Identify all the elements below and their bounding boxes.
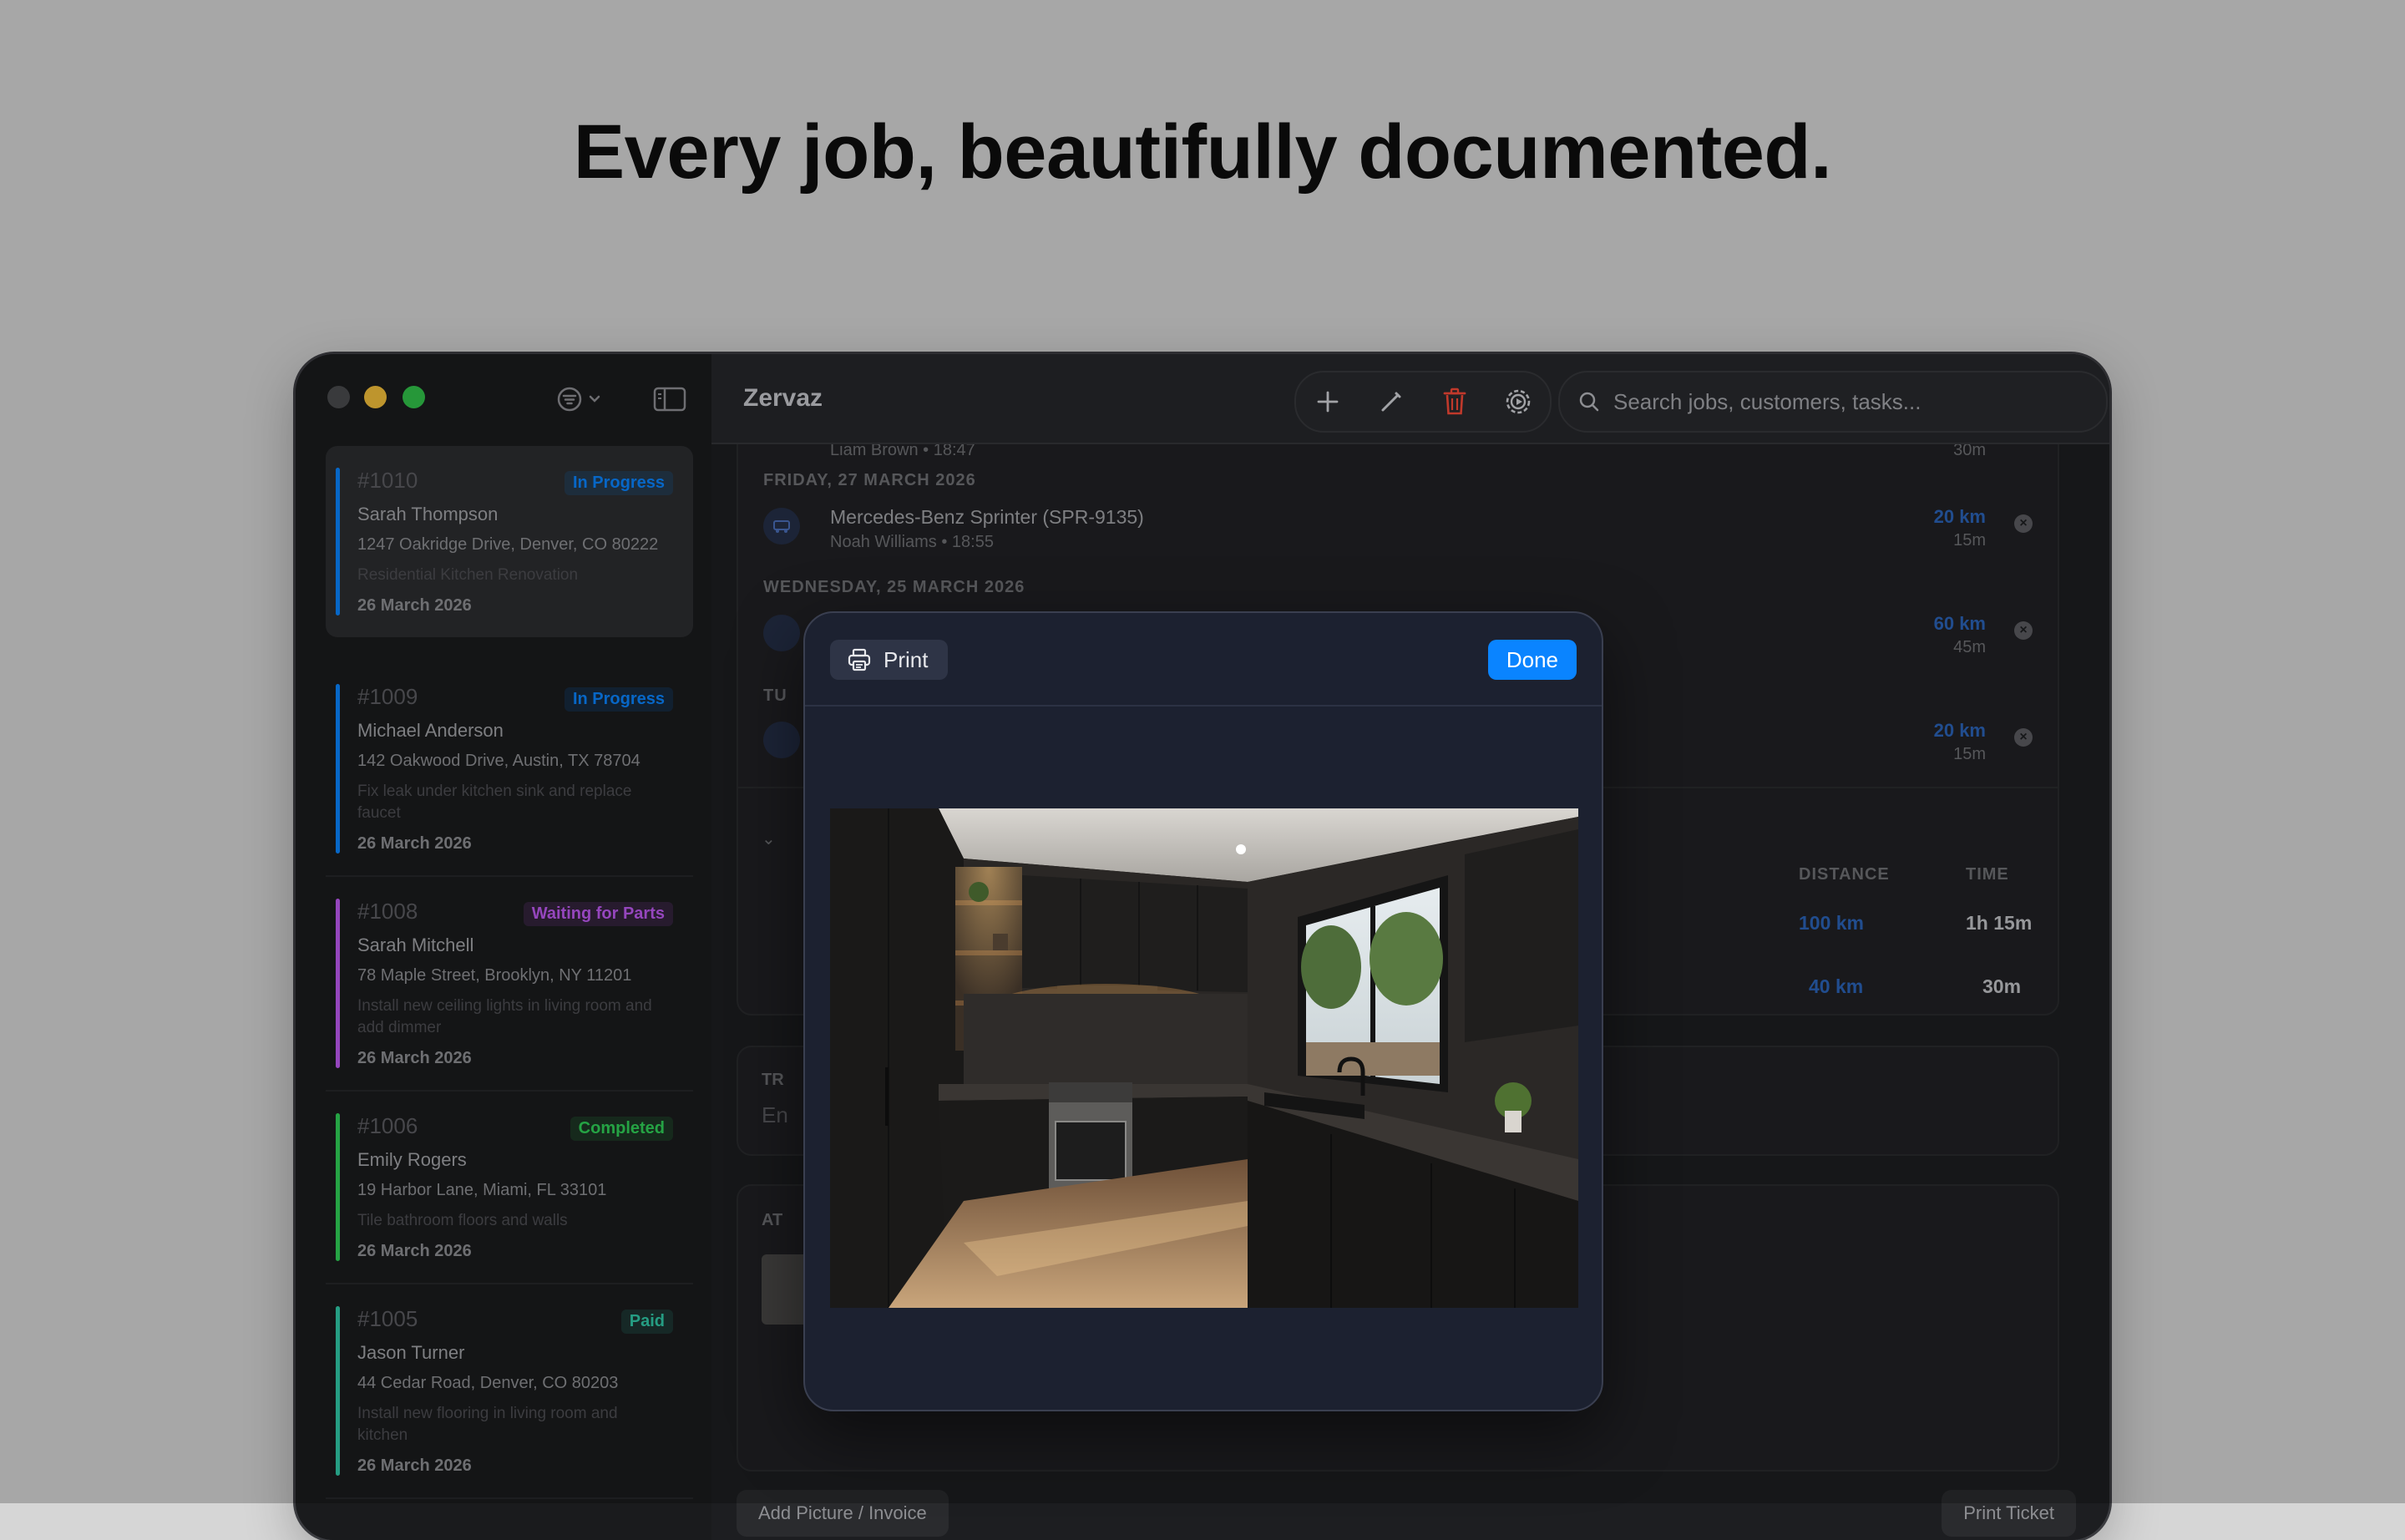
printer-icon: [848, 648, 871, 671]
gear-icon: [1506, 389, 1531, 414]
search-input[interactable]: [1612, 388, 2083, 416]
app-title: Zervaz: [743, 384, 823, 412]
image-preview-modal: Print Done: [803, 611, 1603, 1411]
search-bar[interactable]: [1558, 371, 2108, 433]
toolbar: Zervaz: [711, 354, 2109, 444]
delete-job-button[interactable]: [1438, 385, 1471, 418]
pencil-icon: [1381, 392, 1401, 412]
print-button-label: Print: [884, 646, 929, 672]
kitchen-photo: [830, 808, 1578, 1308]
search-icon: [1579, 392, 1599, 412]
settings-button[interactable]: [1501, 385, 1535, 418]
edit-job-button[interactable]: [1375, 385, 1408, 418]
modal-header: Print Done: [805, 613, 1602, 707]
print-button[interactable]: Print: [830, 640, 949, 680]
trash-icon: [1443, 388, 1466, 415]
plus-icon: [1317, 391, 1339, 413]
done-button[interactable]: Done: [1487, 640, 1577, 680]
toolbar-actions: [1294, 371, 1552, 433]
add-job-button[interactable]: [1311, 385, 1344, 418]
